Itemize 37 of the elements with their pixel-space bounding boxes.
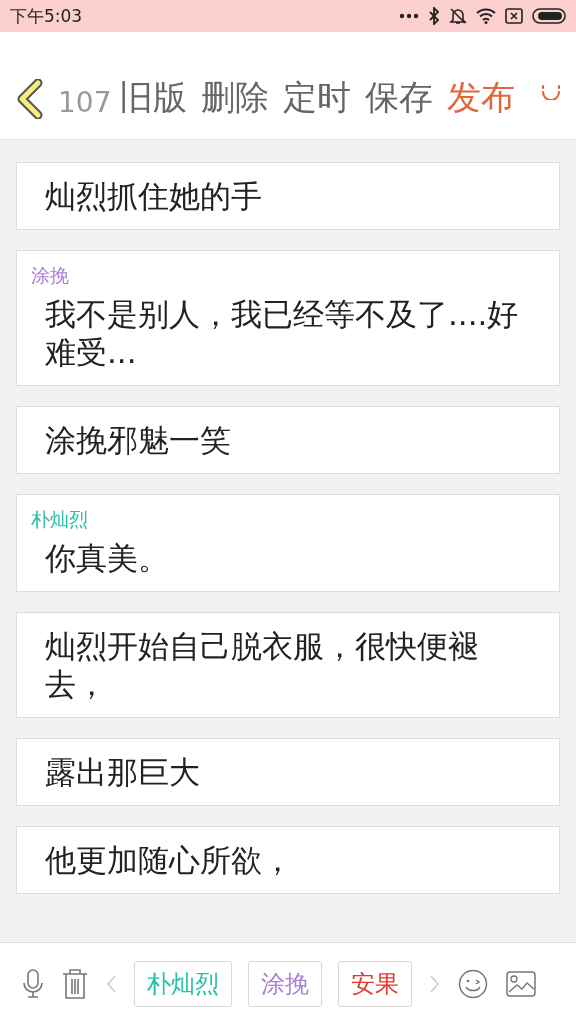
narration-text: 他更加随心所欲， (45, 841, 294, 879)
message-text: 我不是别人，我已经等不及了....好难受... (45, 295, 520, 371)
character-chip[interactable]: 安果 (338, 960, 412, 1007)
trash-icon[interactable] (62, 967, 88, 1000)
narration-text: 涂挽邪魅一笑 (45, 421, 232, 459)
emoji-icon[interactable] (458, 968, 488, 999)
smile-icon (540, 84, 562, 100)
message-card[interactable]: 他更加随心所欲， (16, 826, 560, 894)
header-action[interactable]: 保存 (365, 75, 434, 121)
message-text: 你真美。 (45, 539, 170, 577)
narration-text: 露出那巨大 (45, 753, 201, 791)
narration-text: 灿烈开始自己脱衣服，很快便褪去， (45, 627, 480, 703)
header-action[interactable]: 发布 (447, 75, 516, 121)
header-action[interactable]: 旧版 (119, 75, 188, 121)
speaker-name: 朴灿烈 (31, 507, 89, 532)
message-card[interactable]: 涂挽 我不是别人，我已经等不及了....好难受... (16, 250, 560, 386)
header-action[interactable]: 删除 (201, 75, 270, 121)
image-icon[interactable] (506, 970, 536, 997)
wifi-icon (476, 8, 496, 24)
muted-bell-icon (449, 7, 467, 25)
message-card[interactable]: 灿烈抓住她的手 (16, 162, 560, 230)
word-count: 107 (58, 86, 112, 119)
message-card[interactable]: 露出那巨大 (16, 738, 560, 806)
message-card[interactable]: 涂挽邪魅一笑 (16, 406, 560, 474)
more-icon (399, 13, 419, 19)
battery-icon (532, 8, 566, 24)
clock: 下午5:03 (10, 4, 83, 28)
sim-icon (505, 8, 523, 24)
narration-text: 灿烈抓住她的手 (45, 177, 263, 215)
character-chip[interactable]: 涂挽 (248, 960, 322, 1007)
back-icon[interactable] (16, 79, 44, 119)
header-action[interactable]: 定时 (283, 75, 352, 121)
message-card[interactable]: 朴灿烈 你真美。 (16, 494, 560, 592)
message-card[interactable]: 灿烈开始自己脱衣服，很快便褪去， (16, 612, 560, 718)
bluetooth-icon (428, 7, 440, 25)
microphone-icon[interactable] (22, 968, 44, 999)
speaker-name: 涂挽 (31, 263, 70, 288)
